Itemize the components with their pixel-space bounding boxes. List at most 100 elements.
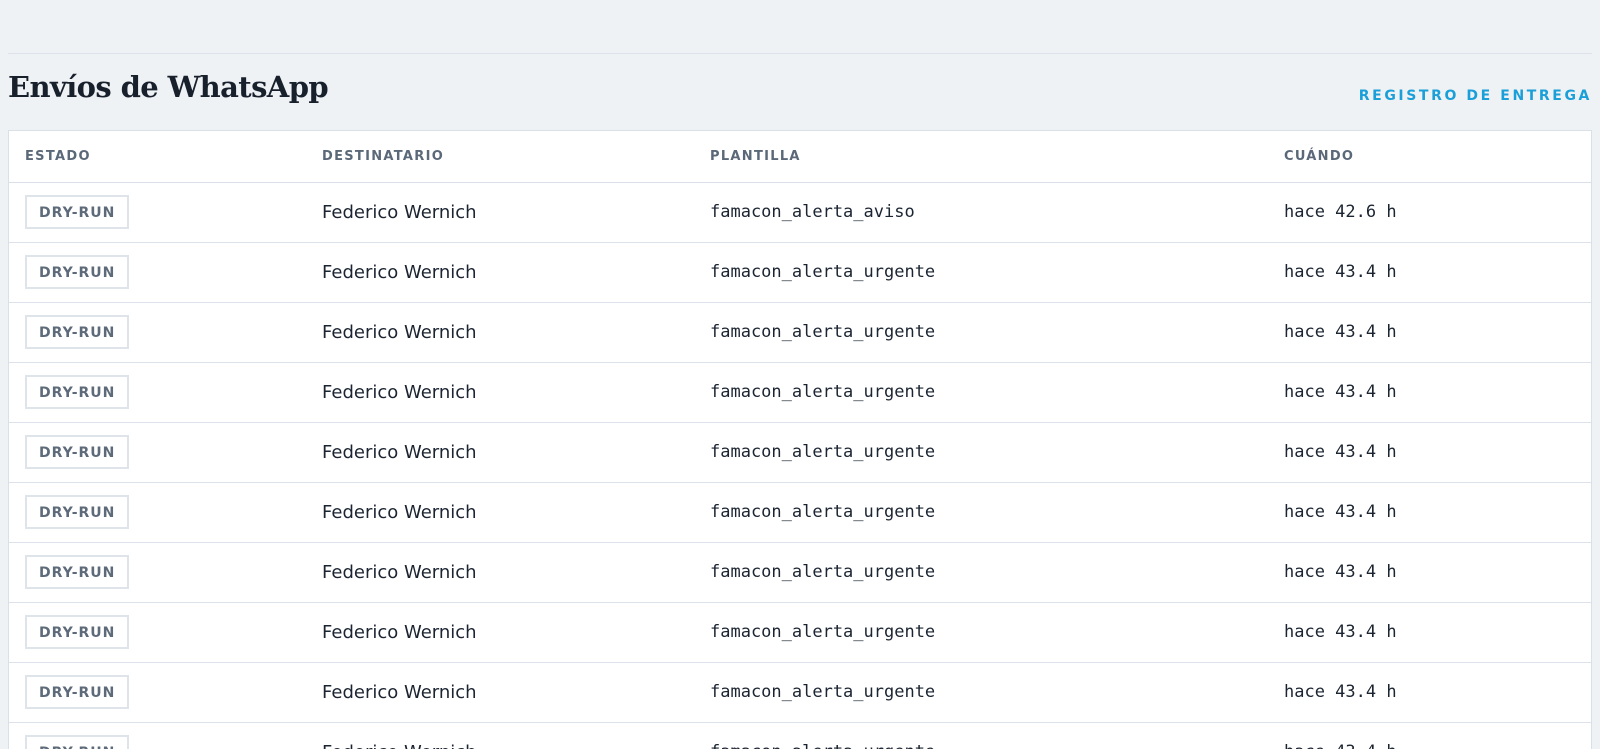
template-cell: famacon_alerta_urgente [694, 422, 1268, 482]
template-name: famacon_alerta_urgente [710, 262, 936, 282]
template-name: famacon_alerta_aviso [710, 202, 915, 222]
recipient-name: Federico Wernich [322, 681, 477, 703]
status-cell: DRY-RUN [9, 182, 306, 242]
template-cell: famacon_alerta_urgente [694, 362, 1268, 422]
status-badge: DRY-RUN [25, 555, 130, 589]
when-cell: hace 43.4 h [1268, 302, 1591, 362]
table-row: DRY-RUN Federico Wernich famacon_alerta_ur… [9, 602, 1591, 662]
recipient-cell: Federico Wernich [306, 362, 694, 422]
column-header-recipient: DESTINATARIO [306, 131, 694, 183]
when-cell: hace 43.4 h [1268, 362, 1591, 422]
status-badge: DRY-RUN [25, 495, 130, 529]
status-badge: DRY-RUN [25, 675, 130, 709]
column-header-when: CUÁNDO [1268, 131, 1591, 183]
recipient-name: Federico Wernich [322, 561, 477, 583]
status-badge: DRY-RUN [25, 615, 130, 649]
sent-time: hace 43.4 h [1284, 742, 1397, 749]
status-badge: DRY-RUN [25, 435, 130, 469]
status-badge: DRY-RUN [25, 315, 130, 349]
when-cell: hace 43.4 h [1268, 422, 1591, 482]
recipient-name: Federico Wernich [322, 381, 477, 403]
sent-time: hace 43.4 h [1284, 262, 1397, 282]
template-name: famacon_alerta_urgente [710, 622, 936, 642]
recipient-name: Federico Wernich [322, 501, 477, 523]
sent-time: hace 43.4 h [1284, 382, 1397, 402]
template-cell: famacon_alerta_urgente [694, 662, 1268, 722]
template-cell: famacon_alerta_urgente [694, 302, 1268, 362]
template-name: famacon_alerta_urgente [710, 682, 936, 702]
template-cell: famacon_alerta_urgente [694, 602, 1268, 662]
template-cell: famacon_alerta_urgente [694, 242, 1268, 302]
column-header-status: ESTADO [9, 131, 306, 183]
template-name: famacon_alerta_urgente [710, 322, 936, 342]
table-row: DRY-RUN Federico Wernich famacon_alerta_ur… [9, 722, 1591, 749]
table-row: DRY-RUN Federico Wernich famacon_alerta_ur… [9, 662, 1591, 722]
when-cell: hace 43.4 h [1268, 482, 1591, 542]
when-cell: hace 42.6 h [1268, 182, 1591, 242]
sent-time: hace 43.4 h [1284, 562, 1397, 582]
when-cell: hace 43.4 h [1268, 662, 1591, 722]
sends-table: ESTADO DESTINATARIO PLANTILLA CUÁNDO DRY… [9, 131, 1591, 749]
template-cell: famacon_alerta_urgente [694, 482, 1268, 542]
status-badge: DRY-RUN [25, 375, 130, 409]
status-cell: DRY-RUN [9, 362, 306, 422]
section-title: Envíos de WhatsApp [8, 70, 329, 104]
table-row: DRY-RUN Federico Wernich famacon_alerta_ur… [9, 482, 1591, 542]
whatsapp-sends-page: Envíos de WhatsApp REGISTRO DE ENTREGA E… [0, 0, 1600, 749]
status-badge: DRY-RUN [25, 735, 130, 749]
recipient-cell: Federico Wernich [306, 602, 694, 662]
column-header-template: PLANTILLA [694, 131, 1268, 183]
sent-time: hace 43.4 h [1284, 682, 1397, 702]
sent-time: hace 43.4 h [1284, 622, 1397, 642]
template-name: famacon_alerta_urgente [710, 502, 936, 522]
recipient-cell: Federico Wernich [306, 662, 694, 722]
status-cell: DRY-RUN [9, 422, 306, 482]
recipient-name: Federico Wernich [322, 742, 477, 749]
status-cell: DRY-RUN [9, 722, 306, 749]
table-header-row: ESTADO DESTINATARIO PLANTILLA CUÁNDO [9, 131, 1591, 183]
recipient-name: Federico Wernich [322, 321, 477, 343]
recipient-cell: Federico Wernich [306, 422, 694, 482]
status-badge: DRY-RUN [25, 195, 130, 229]
table-row: DRY-RUN Federico Wernich famacon_alerta_av… [9, 182, 1591, 242]
recipient-cell: Federico Wernich [306, 482, 694, 542]
delivery-log-link[interactable]: REGISTRO DE ENTREGA [1359, 88, 1592, 104]
recipient-name: Federico Wernich [322, 261, 477, 283]
table-row: DRY-RUN Federico Wernich famacon_alerta_ur… [9, 242, 1591, 302]
sent-time: hace 42.6 h [1284, 202, 1397, 222]
status-cell: DRY-RUN [9, 242, 306, 302]
status-cell: DRY-RUN [9, 662, 306, 722]
template-cell: famacon_alerta_urgente [694, 542, 1268, 602]
status-cell: DRY-RUN [9, 602, 306, 662]
section-header: Envíos de WhatsApp REGISTRO DE ENTREGA [8, 66, 1592, 116]
table-header: ESTADO DESTINATARIO PLANTILLA CUÁNDO [9, 131, 1591, 183]
table-row: DRY-RUN Federico Wernich famacon_alerta_ur… [9, 362, 1591, 422]
sent-time: hace 43.4 h [1284, 442, 1397, 462]
sends-table-card: ESTADO DESTINATARIO PLANTILLA CUÁNDO DRY… [8, 130, 1592, 749]
template-cell: famacon_alerta_aviso [694, 182, 1268, 242]
template-name: famacon_alerta_urgente [710, 382, 936, 402]
table-row: DRY-RUN Federico Wernich famacon_alerta_ur… [9, 422, 1591, 482]
when-cell: hace 43.4 h [1268, 542, 1591, 602]
recipient-name: Federico Wernich [322, 201, 477, 223]
recipient-cell: Federico Wernich [306, 542, 694, 602]
recipient-cell: Federico Wernich [306, 242, 694, 302]
table-row: DRY-RUN Federico Wernich famacon_alerta_ur… [9, 302, 1591, 362]
sent-time: hace 43.4 h [1284, 322, 1397, 342]
template-name: famacon_alerta_urgente [710, 562, 936, 582]
template-name: famacon_alerta_urgente [710, 442, 936, 462]
when-cell: hace 43.4 h [1268, 722, 1591, 749]
recipient-name: Federico Wernich [322, 441, 477, 463]
recipient-name: Federico Wernich [322, 621, 477, 643]
table-body: DRY-RUN Federico Wernich famacon_alerta_av… [9, 182, 1591, 749]
when-cell: hace 43.4 h [1268, 242, 1591, 302]
status-cell: DRY-RUN [9, 542, 306, 602]
status-cell: DRY-RUN [9, 302, 306, 362]
when-cell: hace 43.4 h [1268, 602, 1591, 662]
table-row: DRY-RUN Federico Wernich famacon_alerta_ur… [9, 542, 1591, 602]
recipient-cell: Federico Wernich [306, 302, 694, 362]
status-cell: DRY-RUN [9, 482, 306, 542]
top-divider [8, 53, 1592, 54]
recipient-cell: Federico Wernich [306, 722, 694, 749]
sent-time: hace 43.4 h [1284, 502, 1397, 522]
